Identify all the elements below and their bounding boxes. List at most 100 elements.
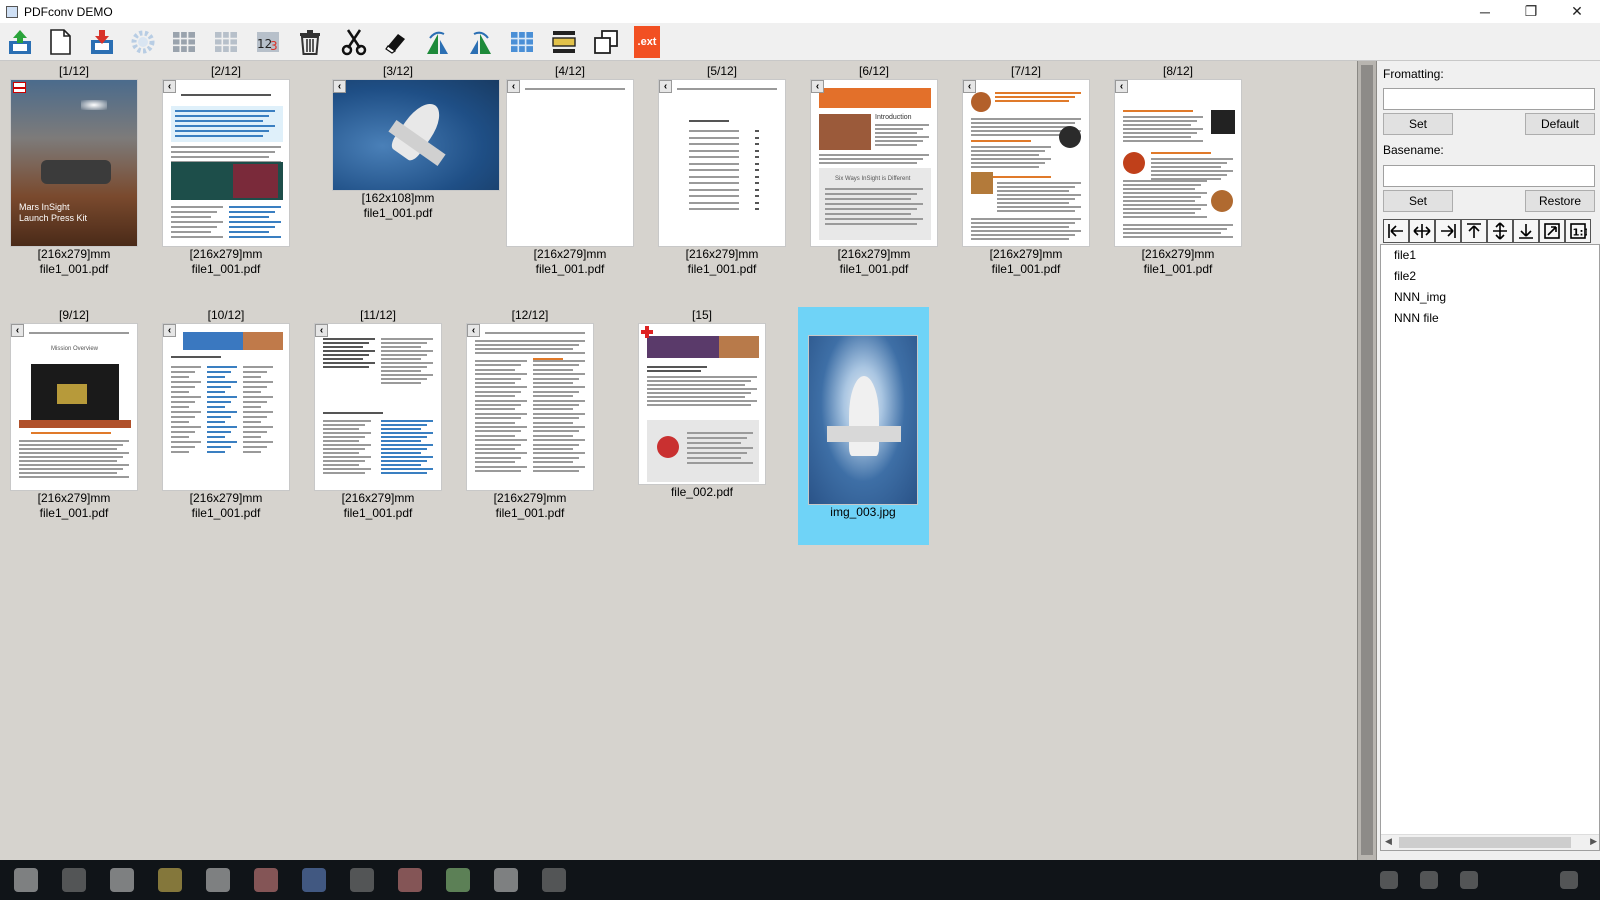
thumbnail-item[interactable]: [6/12] Introduction Six Ways InSight is Di…	[808, 63, 940, 277]
align-bottom-button[interactable]	[1513, 219, 1539, 243]
upload-button[interactable]	[4, 26, 36, 58]
scrollbar-thumb[interactable]	[1399, 837, 1571, 848]
thumbnail-item[interactable]: [12/12] ‹ [216x279]mm file1_001.pdf	[464, 307, 596, 521]
grid-button[interactable]	[168, 26, 200, 58]
scroll-left-icon[interactable]: ◀	[1385, 836, 1392, 847]
rotate-left-button[interactable]	[422, 26, 454, 58]
close-button[interactable]: ✕	[1554, 0, 1600, 23]
page-preview[interactable]: Introduction Six Ways InSight is Differen…	[810, 79, 938, 247]
name-pattern-list[interactable]: file1 file2 NNN_img NNN file ◀ ▶	[1380, 244, 1600, 851]
page-preview[interactable]: ‹	[962, 79, 1090, 247]
align-left-button[interactable]	[1383, 219, 1409, 243]
split-bar-button[interactable]	[548, 26, 580, 58]
chevron-left-icon[interactable]: ‹	[11, 324, 24, 337]
page-preview[interactable]: ‹	[332, 79, 500, 191]
new-page-button[interactable]	[44, 26, 76, 58]
chevron-left-icon[interactable]: ‹	[1115, 80, 1128, 93]
taskbar-app-icon[interactable]	[14, 868, 38, 892]
align-center-h-button[interactable]	[1409, 219, 1435, 243]
chevron-left-icon[interactable]: ‹	[315, 324, 328, 337]
set-formatting-button[interactable]: Set	[1383, 113, 1453, 135]
taskbar-app-icon[interactable]	[254, 868, 278, 892]
page-preview[interactable]	[808, 335, 918, 505]
align-right-button[interactable]	[1435, 219, 1461, 243]
taskbar-app-icon[interactable]	[494, 868, 518, 892]
list-item[interactable]: NNN file	[1381, 308, 1599, 329]
thumbnail-item[interactable]: [10/12] ‹ [216x279]mm file1_001.pdf	[160, 307, 292, 521]
chevron-left-icon[interactable]: ‹	[963, 80, 976, 93]
taskbar-app-icon[interactable]	[158, 868, 182, 892]
align-top-button[interactable]	[1461, 219, 1487, 243]
settings-button[interactable]	[127, 26, 159, 58]
cut-button[interactable]	[338, 26, 370, 58]
page-preview[interactable]: ‹	[314, 323, 442, 491]
save-button[interactable]	[86, 26, 118, 58]
align-center-v-button[interactable]	[1487, 219, 1513, 243]
thumbnail-item[interactable]: [4/12] ‹ [216x279]mm file1_001.pdf	[504, 63, 636, 277]
default-button[interactable]: Default	[1525, 113, 1595, 135]
set-basename-button[interactable]: Set	[1383, 190, 1453, 212]
tray-icon[interactable]	[1460, 871, 1478, 889]
page-preview[interactable]: ‹	[658, 79, 786, 247]
list-item[interactable]: file2	[1381, 266, 1599, 287]
minimize-button[interactable]: ─	[1462, 0, 1508, 23]
basename-input[interactable]	[1383, 165, 1595, 187]
chevron-left-icon[interactable]: ‹	[333, 80, 346, 93]
chevron-left-icon[interactable]: ‹	[659, 80, 672, 93]
actual-size-button[interactable]: 1:1	[1565, 219, 1591, 243]
rotate-right-button[interactable]	[464, 26, 496, 58]
blue-grid-button[interactable]	[506, 26, 538, 58]
page-preview[interactable]: Mission Overview ‹	[10, 323, 138, 491]
list-item[interactable]: file1	[1381, 245, 1599, 266]
taskbar-app-icon[interactable]	[398, 868, 422, 892]
chevron-left-icon[interactable]: ‹	[163, 324, 176, 337]
list-item[interactable]: NNN_img	[1381, 287, 1599, 308]
thumbnail-item[interactable]: [8/12] ‹ [216x279]mm file1_001.pdf	[1112, 63, 1244, 277]
thumbnail-area[interactable]: [1/12] Mars InSight Launch Press Kit [216x2…	[0, 61, 1357, 860]
page-preview[interactable]: ‹	[466, 323, 594, 491]
grid-light-button[interactable]	[210, 26, 242, 58]
thumbnail-item[interactable]: [5/12] ‹ [216x279]mm file1_001.pdf	[656, 63, 788, 277]
tray-icon[interactable]	[1420, 871, 1438, 889]
taskbar-app-icon[interactable]	[110, 868, 134, 892]
thumbnail-item[interactable]: [15] file_002.pdf	[636, 307, 768, 500]
page-preview[interactable]: ‹	[162, 323, 290, 491]
taskbar-app-icon[interactable]	[62, 868, 86, 892]
thumbnail-item[interactable]: img_003.jpg	[797, 319, 929, 520]
thumbnail-item[interactable]: [7/12] ‹ [216x279]mm file1_001.pdf	[960, 63, 1092, 277]
chevron-left-icon[interactable]: ‹	[507, 80, 520, 93]
maximize-button[interactable]: ❐	[1508, 0, 1554, 23]
thumbnail-item[interactable]: [1/12] Mars InSight Launch Press Kit [216x2…	[8, 63, 140, 277]
taskbar-app-icon[interactable]	[350, 868, 374, 892]
taskbar-app-icon[interactable]	[206, 868, 230, 892]
restore-button[interactable]: Restore	[1525, 190, 1595, 212]
delete-button[interactable]	[294, 26, 326, 58]
horizontal-scrollbar[interactable]: ◀ ▶	[1381, 834, 1599, 850]
taskbar-app-icon[interactable]	[542, 868, 566, 892]
formatting-input[interactable]	[1383, 88, 1595, 110]
page-preview[interactable]: ‹	[1114, 79, 1242, 247]
page-preview[interactable]: ‹	[506, 79, 634, 247]
thumbnail-item[interactable]: [9/12] Mission Overview ‹ [216x279]mm file1_…	[8, 307, 140, 521]
page-preview[interactable]	[638, 323, 766, 485]
chevron-left-icon[interactable]: ‹	[811, 80, 824, 93]
copy-pages-button[interactable]	[590, 26, 622, 58]
thumbnail-item[interactable]: [2/12] ‹ [216x279]mm file1_001.pdf	[160, 63, 292, 277]
scrollbar-thumb[interactable]	[1361, 65, 1373, 855]
eraser-button[interactable]	[380, 26, 412, 58]
page-preview[interactable]: Mars InSight Launch Press Kit	[10, 79, 138, 247]
thumbnail-item[interactable]: [3/12] ‹ [162x108]mm file1_001.pdf	[332, 63, 500, 221]
taskbar-app-icon[interactable]	[446, 868, 470, 892]
chevron-left-icon[interactable]: ‹	[467, 324, 480, 337]
scroll-right-icon[interactable]: ▶	[1590, 836, 1597, 847]
thumbnail-item[interactable]: [11/12] ‹ [216x279]mm file1_001.pdf	[312, 307, 444, 521]
chevron-left-icon[interactable]: ‹	[163, 80, 176, 93]
tray-icon[interactable]	[1560, 871, 1578, 889]
page-preview[interactable]: ‹	[162, 79, 290, 247]
ext-button[interactable]: .ext	[634, 26, 660, 58]
numbering-button[interactable]: 12 3	[252, 26, 284, 58]
fit-button[interactable]	[1539, 219, 1565, 243]
taskbar-app-icon[interactable]	[302, 868, 326, 892]
vertical-scrollbar[interactable]	[1357, 61, 1377, 860]
tray-icon[interactable]	[1380, 871, 1398, 889]
